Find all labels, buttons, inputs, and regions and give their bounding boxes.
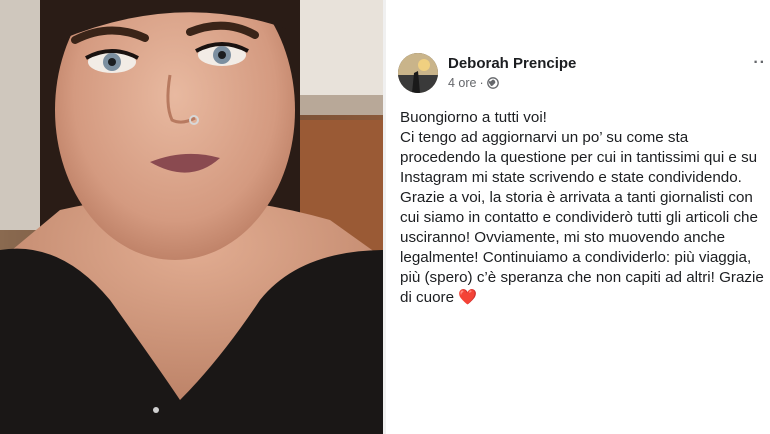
post-line-last: di cuore ❤️ (400, 288, 770, 308)
post-time[interactable]: 4 ore (448, 76, 477, 90)
post-line-text: di cuore (400, 289, 455, 306)
meta-separator: · (479, 76, 484, 90)
post-screenshot: Deborah Prencipe 4 ore · ·· Buongiorno a … (0, 0, 770, 434)
post-line: procedendo la questione per cui in tanti… (400, 149, 758, 166)
post-line: Grazie a voi, la storia è arrivata a tan… (400, 189, 753, 206)
post-line: Buongiorno a tutti voi! (400, 109, 547, 126)
post-line: Instagram mi state scrivendo e state con… (400, 169, 742, 186)
facebook-post: Deborah Prencipe 4 ore · ·· Buongiorno a … (386, 0, 770, 434)
post-line: più (spero) c’è speranza che non capiti … (400, 269, 764, 286)
post-line: legalmente! Continuiamo a condividerlo: … (400, 249, 752, 266)
post-line: Ci tengo ad aggiornarvi un po’ su come s… (400, 129, 689, 146)
post-text: Buongiorno a tutti voi! Ci tengo ad aggi… (400, 108, 770, 308)
heart-emoji: ❤️ (458, 289, 478, 306)
profile-photo (0, 0, 386, 434)
author-avatar[interactable] (398, 53, 438, 93)
post-header: Deborah Prencipe 4 ore · ·· (398, 50, 770, 98)
author-name[interactable]: Deborah Prencipe (448, 55, 576, 72)
more-options-icon[interactable]: ·· (753, 54, 766, 72)
globe-icon (486, 77, 499, 92)
post-line: usciranno! Ovviamente, mi sto muovendo a… (400, 229, 726, 246)
post-meta: 4 ore · (448, 76, 499, 92)
post-line: cui siamo in contatto e condividerò tutt… (400, 209, 758, 226)
